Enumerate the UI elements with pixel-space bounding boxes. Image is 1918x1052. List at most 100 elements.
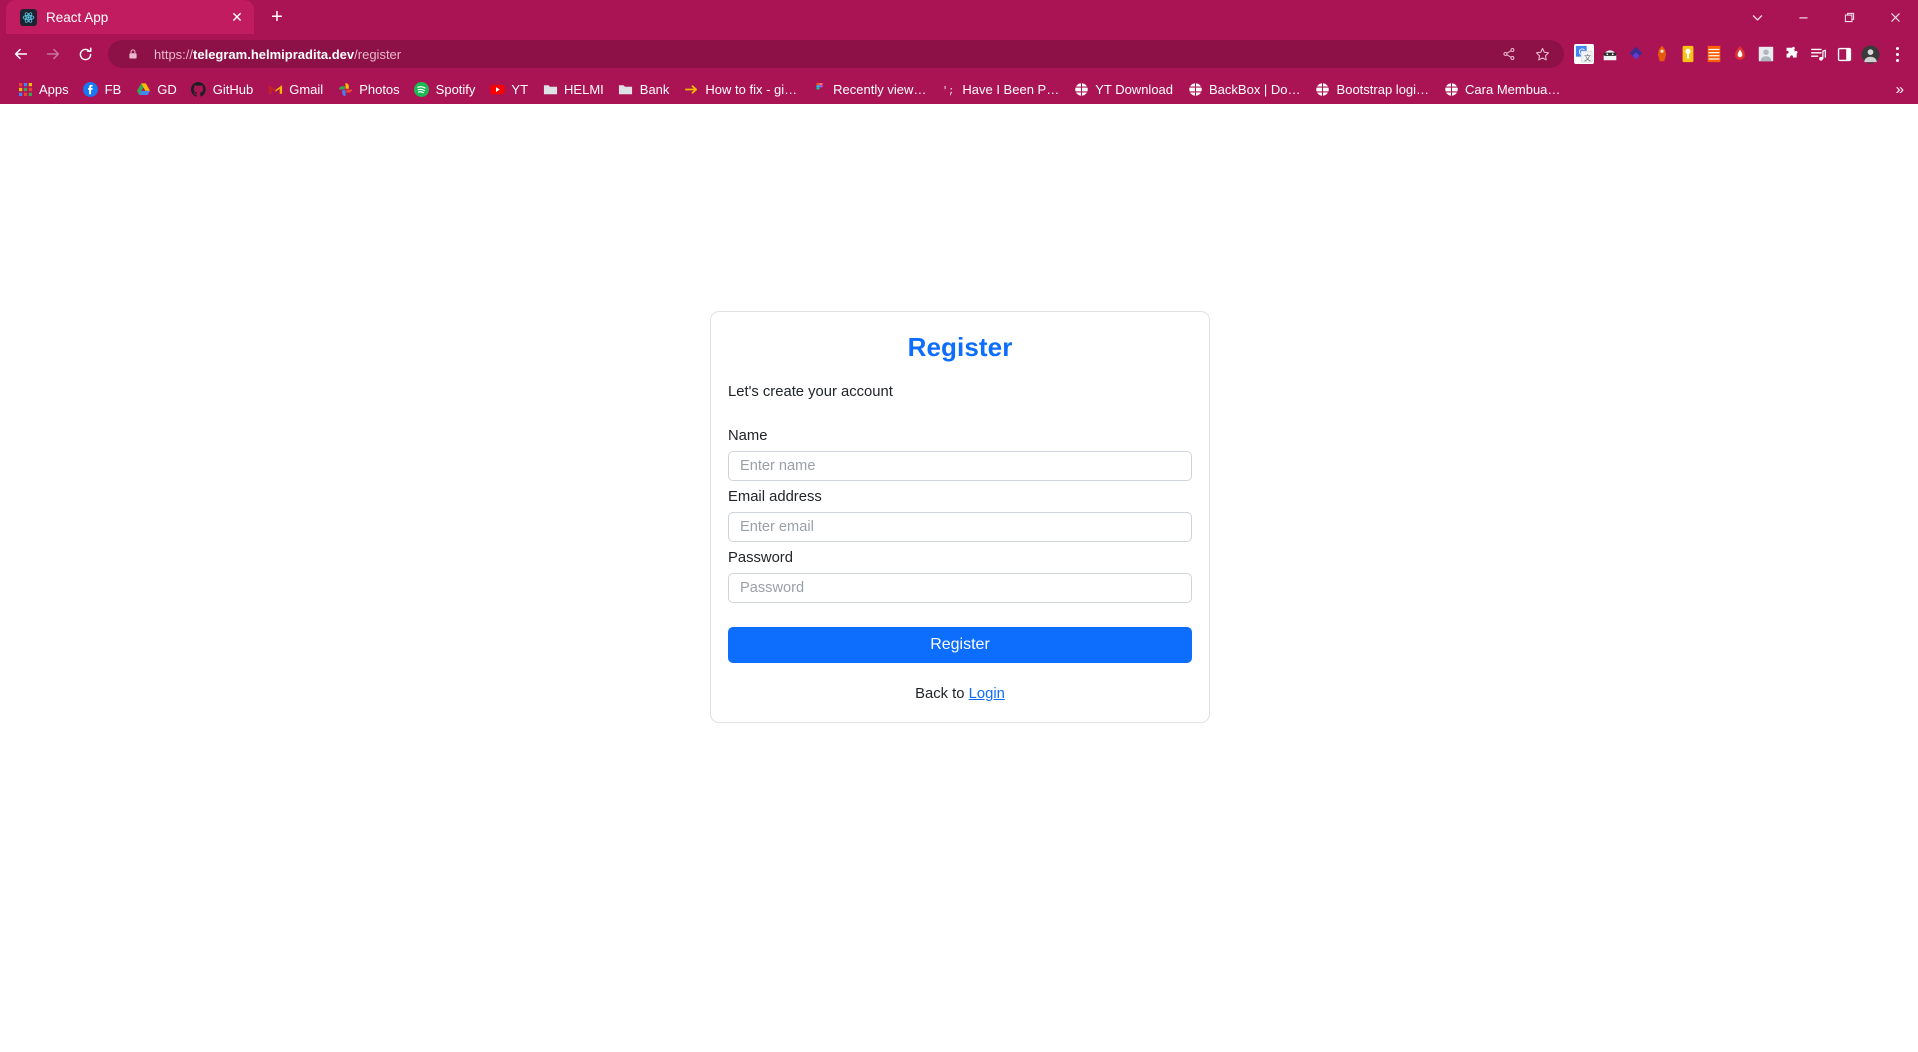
name-input[interactable]: [728, 451, 1192, 481]
bookmark-cara-membuat[interactable]: Cara Membua…: [1436, 77, 1567, 101]
bookmark-label: How to fix - gi…: [705, 81, 798, 97]
maximize-icon[interactable]: [1826, 0, 1872, 34]
folder-icon: [618, 81, 634, 97]
bookmark-label: Bootstrap logi…: [1336, 81, 1430, 97]
bookmark-label: Have I Been P…: [962, 81, 1060, 97]
globe-icon: [1315, 81, 1331, 97]
bookmark-label: HELMI: [564, 81, 604, 97]
globe-icon: [1443, 81, 1459, 97]
globe-icon: [1187, 81, 1203, 97]
bookmark-github[interactable]: GitHub: [184, 77, 260, 101]
email-field-group: Email address: [728, 489, 1192, 542]
bookmark-spotify[interactable]: Spotify: [407, 77, 483, 101]
opera-drop-extension[interactable]: [1730, 44, 1750, 64]
blue-diamond-extension[interactable]: [1626, 44, 1646, 64]
bookmarks-bar: Apps FB GD GitHub Gmail Photos Spotify Y…: [0, 74, 1918, 104]
back-icon[interactable]: [6, 39, 36, 69]
bookmark-photos[interactable]: Photos: [330, 77, 406, 101]
url-path: /register: [354, 46, 402, 62]
bookmark-bootstrap-login[interactable]: Bootstrap logi…: [1308, 77, 1437, 101]
google-translate-extension[interactable]: G文: [1574, 44, 1594, 64]
rocket-extension[interactable]: [1652, 44, 1672, 64]
address-bar[interactable]: https://telegram.helmipradita.dev/regist…: [108, 40, 1564, 68]
arrow-link-icon: [683, 81, 699, 97]
name-label: Name: [728, 428, 768, 444]
page-viewport: Register Let's create your account Name …: [0, 104, 1918, 1052]
figma-icon: [811, 81, 827, 97]
browser-chrome: React App ✕ + https://telegram.helmiprad…: [0, 0, 1918, 104]
tab-react-app[interactable]: React App ✕: [6, 0, 254, 34]
globe-icon: [1073, 81, 1089, 97]
sidepanel-extension[interactable]: [1834, 44, 1854, 64]
star-icon[interactable]: [1530, 42, 1554, 66]
password-field-group: Password: [728, 550, 1192, 603]
haveibeenpwned-icon: ';-: [940, 81, 956, 97]
new-tab-button[interactable]: +: [262, 2, 292, 32]
email-label: Email address: [728, 489, 822, 505]
bookmark-apps[interactable]: Apps: [10, 77, 76, 101]
browser-toolbar: https://telegram.helmipradita.dev/regist…: [0, 34, 1918, 74]
bookmark-folder-bank[interactable]: Bank: [611, 77, 677, 101]
folder-icon: [542, 81, 558, 97]
url-host: telegram.helmipradita.dev: [193, 46, 355, 62]
card-footer: Back to Login: [711, 669, 1209, 722]
bookmark-label: Apps: [39, 81, 69, 97]
bookmark-backbox[interactable]: BackBox | Do…: [1180, 77, 1308, 101]
youtube-icon: [489, 81, 505, 97]
register-button[interactable]: Register: [728, 627, 1192, 663]
tab-title: React App: [46, 9, 109, 25]
chrome-menu-icon[interactable]: [1884, 39, 1910, 69]
bookmark-gmail[interactable]: Gmail: [260, 77, 330, 101]
close-icon[interactable]: [1872, 0, 1918, 34]
url-scheme: https://: [154, 46, 194, 62]
register-card: Register Let's create your account Name …: [710, 311, 1210, 723]
password-input[interactable]: [728, 573, 1192, 603]
name-field-group: Name: [728, 428, 1192, 481]
login-link[interactable]: Login: [969, 686, 1005, 702]
tab-strip: React App ✕ +: [0, 0, 1918, 34]
bookmark-label: Bank: [639, 81, 670, 97]
forward-icon[interactable]: [38, 39, 68, 69]
gray-avatar-extension[interactable]: [1756, 44, 1776, 64]
google-drive-icon: [135, 81, 151, 97]
tab-close-icon[interactable]: ✕: [228, 8, 246, 26]
email-input[interactable]: [728, 512, 1192, 542]
spotify-icon: [414, 81, 430, 97]
bookmark-label: GitHub: [212, 81, 254, 97]
bookmarks-overflow-icon[interactable]: »: [1888, 79, 1912, 100]
profile-avatar[interactable]: [1860, 44, 1880, 64]
facebook-icon: [83, 81, 99, 97]
page-title: Register: [907, 332, 1013, 362]
bookmark-label: Recently view…: [833, 81, 927, 97]
svg-text:文: 文: [1584, 53, 1591, 62]
keeper-extension[interactable]: [1678, 44, 1698, 64]
extensions-area: G文: [1574, 44, 1880, 64]
bookmark-yt[interactable]: YT: [482, 77, 535, 101]
bookmark-recently-viewed[interactable]: Recently view…: [804, 77, 933, 101]
share-icon[interactable]: [1497, 42, 1521, 66]
bookmark-label: Photos: [359, 81, 400, 97]
bookmark-label: Cara Membua…: [1465, 81, 1561, 97]
bookmark-label: Gmail: [289, 81, 324, 97]
bookmark-how-to-fix[interactable]: How to fix - gi…: [676, 77, 804, 101]
reload-icon[interactable]: [70, 39, 100, 69]
minimize-icon[interactable]: [1780, 0, 1826, 34]
padlock-icon: [121, 42, 145, 66]
back-to-text: Back to: [915, 686, 969, 702]
gmail-icon: [267, 81, 283, 97]
bookmark-label: GD: [157, 81, 177, 97]
bookmark-yt-download[interactable]: YT Download: [1066, 77, 1180, 101]
bookmark-have-i-been-pwned[interactable]: ';- Have I Been P…: [933, 77, 1066, 101]
browser-window: React App ✕ + https://telegram.helmiprad…: [0, 0, 1918, 1052]
puzzle-extension[interactable]: [1782, 44, 1802, 64]
bookmark-fb[interactable]: FB: [76, 77, 129, 101]
reading-list-extension[interactable]: [1808, 44, 1828, 64]
bookmark-gd[interactable]: GD: [128, 77, 184, 101]
url-text: https://telegram.helmipradita.dev/regist…: [154, 47, 1488, 62]
stripes-extension[interactable]: [1704, 44, 1724, 64]
window-controls: [1734, 0, 1918, 34]
ninja-extension[interactable]: [1600, 44, 1620, 64]
tab-search-icon[interactable]: [1734, 0, 1780, 34]
bookmark-folder-helmi[interactable]: HELMI: [535, 77, 611, 101]
bookmark-label: FB: [104, 81, 122, 97]
